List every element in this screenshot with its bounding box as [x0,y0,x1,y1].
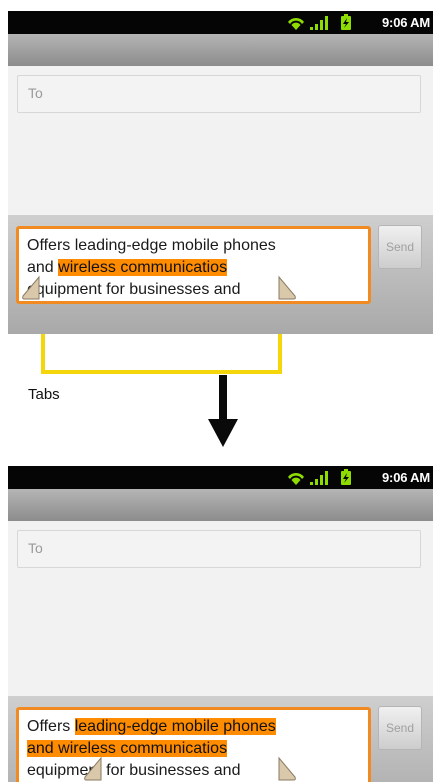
status-icons [288,469,351,485]
selection-start-handle[interactable] [21,275,41,301]
selection-end-handle[interactable] [277,756,297,782]
message-line-3: equipment for businesses and [27,281,241,298]
signal-icon [310,471,328,485]
selection-start-handle[interactable] [83,756,103,782]
selected-text: leading-edge mobile phones [74,718,276,735]
message-field[interactable]: Offers leading-edge mobile phones and wi… [16,707,371,782]
message-line-1: Offers leading-edge mobile phones [27,237,276,254]
message-line-2: and wireless communicatios [27,257,367,279]
status-time: 9:06 AM [382,15,430,30]
wifi-icon [288,18,304,30]
title-bar [8,489,433,521]
send-button[interactable]: Send [378,225,422,269]
status-bar: 9:06 AM [8,466,433,489]
battery-icon [341,469,351,485]
compose-bar: Offers leading-edge mobile phones and wi… [8,215,433,334]
to-field[interactable]: To [17,75,421,113]
send-button[interactable]: Send [378,706,422,750]
message-text: Offers leading-edge mobile phones and wi… [27,235,367,301]
battery-icon [341,14,351,30]
to-placeholder: To [28,85,43,101]
illustration: 9:06 AM To Offers leading-edge mobile ph… [0,0,433,782]
message-line-1: Offers leading-edge mobile phones [27,716,367,738]
status-time: 9:06 AM [382,470,430,485]
selection-end-handle[interactable] [277,275,297,301]
selected-text: and wireless communicatios [27,740,228,757]
message-text: Offers leading-edge mobile phones and wi… [27,716,367,782]
to-placeholder: To [28,540,43,556]
down-arrow-icon [208,375,238,447]
screen-before: 9:06 AM To Offers leading-edge mobile ph… [8,11,433,334]
message-line-3: equipment for businesses and [27,762,241,779]
tabs-bracket [41,334,282,374]
message-line-2: and wireless communicatios [27,738,367,760]
selected-text: wireless communicatios [58,259,228,276]
message-text-plain: and [27,259,59,276]
status-icons [288,14,351,30]
wifi-icon [288,473,304,485]
screen-after: 9:06 AM To Offers leading-edge mobile ph… [8,466,433,782]
title-bar [8,34,433,66]
status-bar: 9:06 AM [8,11,433,34]
compose-bar: Offers leading-edge mobile phones and wi… [8,696,433,782]
message-text-plain: Offers [27,718,75,735]
to-field[interactable]: To [17,530,421,568]
tabs-label: Tabs [28,386,60,403]
message-field[interactable]: Offers leading-edge mobile phones and wi… [16,226,371,304]
signal-icon [310,16,328,30]
